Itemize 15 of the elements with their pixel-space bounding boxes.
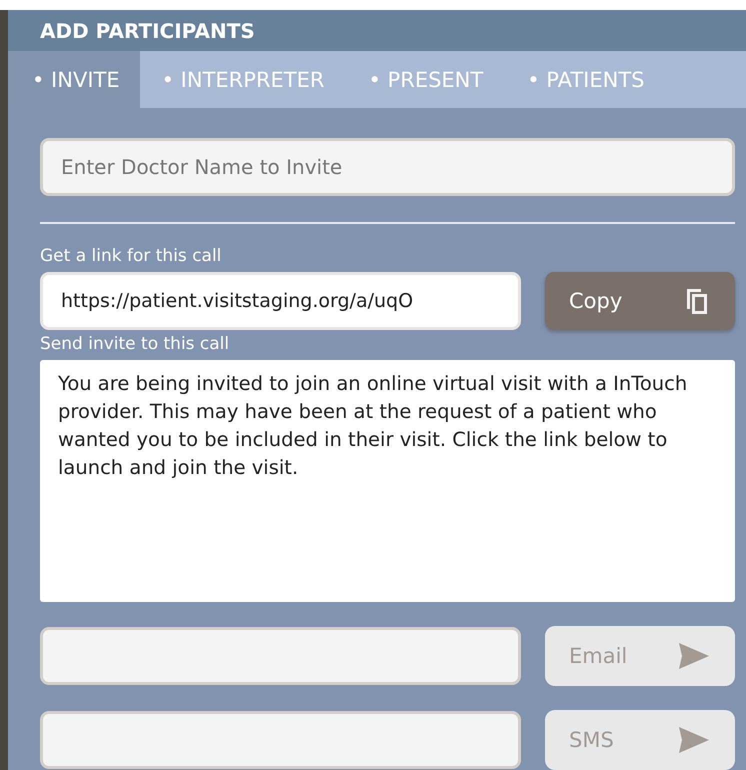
input-field[interactable] [40, 711, 521, 769]
tab[interactable]: • INTERPRETER [140, 51, 346, 108]
tab[interactable]: • INVITE [8, 51, 140, 108]
link-label: Get a link for this call [40, 246, 222, 266]
tab[interactable]: • PATIENTS [505, 51, 667, 108]
invite-label: Send invite to this call [40, 334, 230, 354]
tab[interactable]: • PRESENT [346, 51, 506, 108]
doctor-search-field[interactable]: Enter Doctor Name to Invite [40, 138, 735, 196]
send-icon [679, 727, 709, 753]
invite-message-field[interactable]: You are being invited to join an online virtual visit with a InTouch provider. This may have been at the request of a patient who wanted you to be included in their visit. Click the link below to launch and join the visit. [40, 360, 735, 602]
copy-button[interactable]: Copy [545, 272, 735, 330]
input-field[interactable] [40, 627, 521, 685]
send-icon [679, 643, 709, 669]
panel-title: ADD PARTICIPANTS [40, 18, 255, 43]
link-field[interactable]: https://patient.visitstaging.org/a/uqO [40, 272, 521, 330]
